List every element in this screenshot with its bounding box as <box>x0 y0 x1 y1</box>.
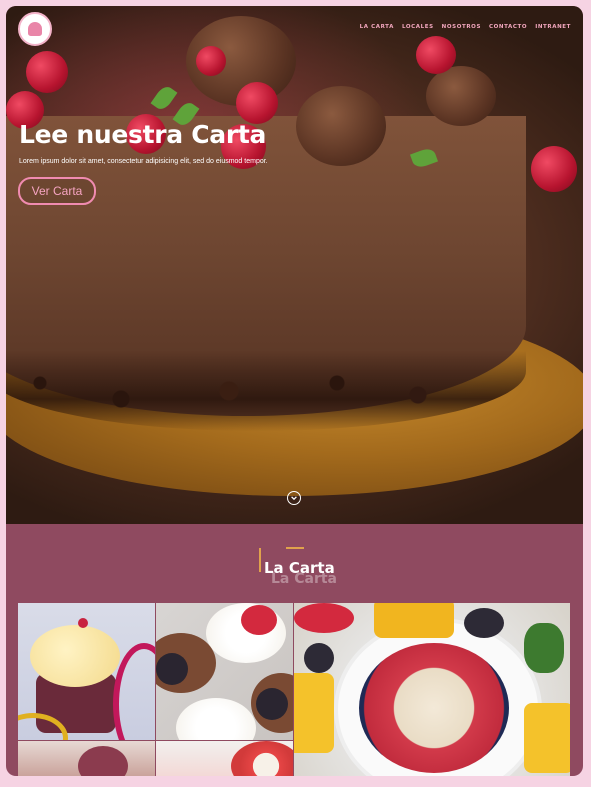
gallery-tile-dessert-bottom-middle[interactable] <box>156 741 293 776</box>
ver-carta-button[interactable]: Ver Carta <box>18 177 96 205</box>
section-title: La Carta <box>264 559 335 577</box>
main-nav: LA CARTA LOCALES NOSOTROS CONTACTO INTRA… <box>360 24 571 30</box>
nav-item-nosotros[interactable]: NOSOTROS <box>442 24 481 30</box>
scroll-down-icon[interactable] <box>287 491 301 505</box>
menu-gallery <box>18 603 570 776</box>
section-heading: La Carta La Carta <box>6 544 583 587</box>
cupcake-icon <box>28 22 42 36</box>
hero-banner: LA CARTA LOCALES NOSOTROS CONTACTO INTRA… <box>6 6 583 524</box>
hero-title: Lee nuestra Carta <box>19 120 267 149</box>
accent-line-vertical <box>259 548 261 572</box>
nav-item-contacto[interactable]: CONTACTO <box>489 24 527 30</box>
gallery-tile-dessert-bottom-left[interactable] <box>18 741 155 776</box>
gallery-tile-cupcakes-berries[interactable] <box>156 603 293 740</box>
nav-item-la-carta[interactable]: LA CARTA <box>360 24 394 30</box>
nav-item-locales[interactable]: LOCALES <box>402 24 434 30</box>
brand-logo[interactable] <box>18 12 52 46</box>
gallery-tile-fruit-bowl[interactable] <box>294 603 570 776</box>
hero-subtitle: Lorem ipsum dolor sit amet, consectetur … <box>19 158 268 165</box>
accent-line-horizontal <box>286 547 304 549</box>
nav-item-intranet[interactable]: INTRANET <box>535 24 571 30</box>
page-frame: LA CARTA LOCALES NOSOTROS CONTACTO INTRA… <box>6 6 583 776</box>
gallery-tile-cupcake-ribbon[interactable] <box>18 603 155 740</box>
